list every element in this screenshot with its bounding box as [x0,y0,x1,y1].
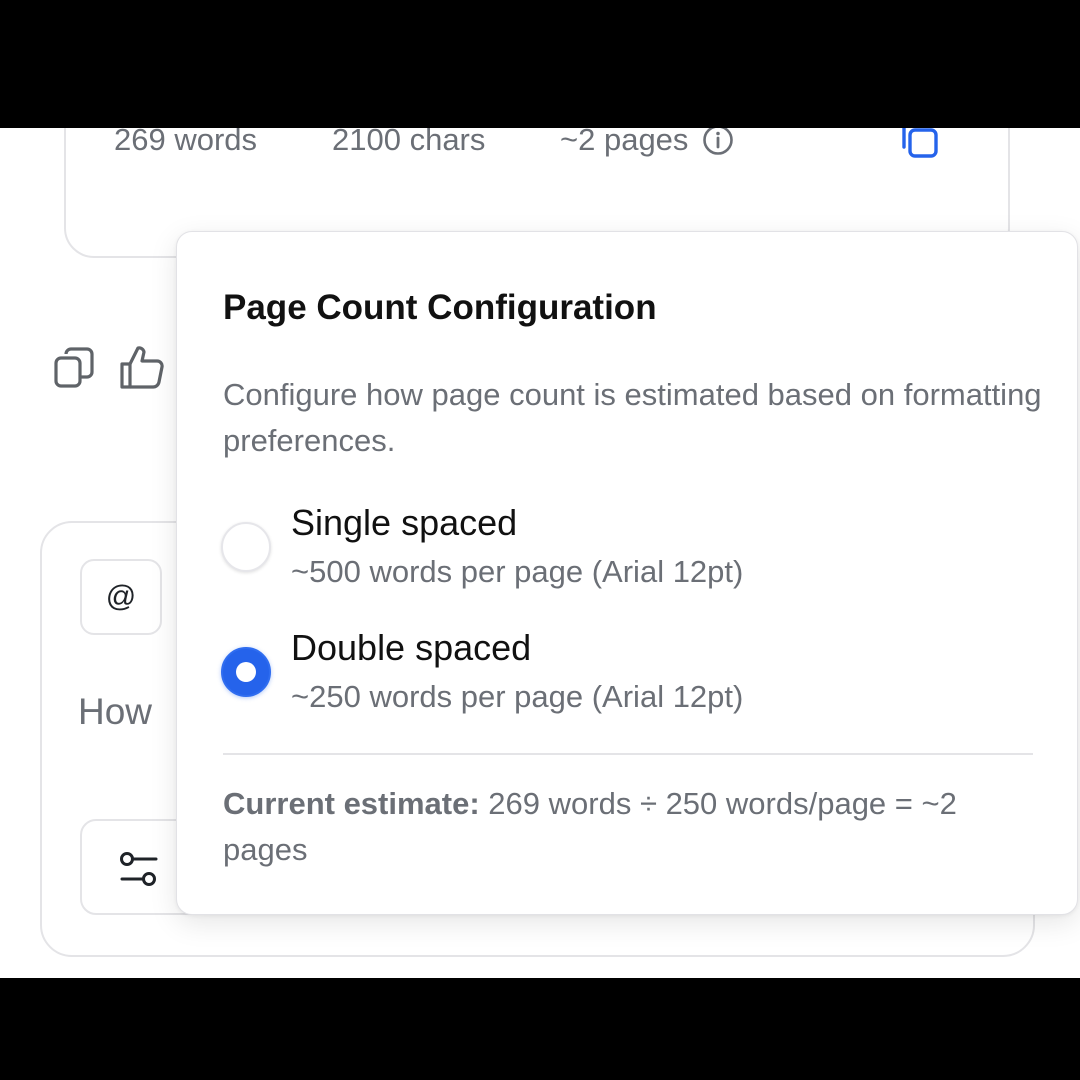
radio-double-spaced[interactable] [221,647,271,697]
popover-description: Configure how page count is estimated ba… [223,377,1042,458]
estimate-label: Current estimate: [223,786,480,821]
sliders-icon [120,852,158,886]
popover-title: Page Count Configuration [223,288,657,327]
option-sublabel: ~500 words per page (Arial 12pt) [291,554,744,589]
composer-input[interactable]: How [78,691,152,733]
word-count: 269 words [114,128,258,157]
option-sublabel: ~250 words per page (Arial 12pt) [291,679,744,714]
page-count-label: ~2 pages [560,128,689,157]
char-count: 2100 chars [332,128,486,157]
copy-icon[interactable] [896,128,942,162]
page-count-popover: Page Count Configuration Configure how p… [176,231,1078,915]
current-estimate: Current estimate: 269 words ÷ 250 words/… [223,781,1043,873]
app-screen: 269 words 2100 chars ~2 pages @ How Page… [0,128,1080,978]
option-label: Double spaced [291,627,532,668]
thumbs-up-icon[interactable] [118,344,166,390]
page-count[interactable]: ~2 pages [560,128,734,158]
mention-button[interactable]: @ [80,559,162,635]
copy-icon[interactable] [52,346,96,390]
radio-single-spaced[interactable] [221,522,271,572]
divider [223,753,1033,755]
info-circle-icon[interactable] [702,128,734,156]
option-label: Single spaced [291,502,518,543]
